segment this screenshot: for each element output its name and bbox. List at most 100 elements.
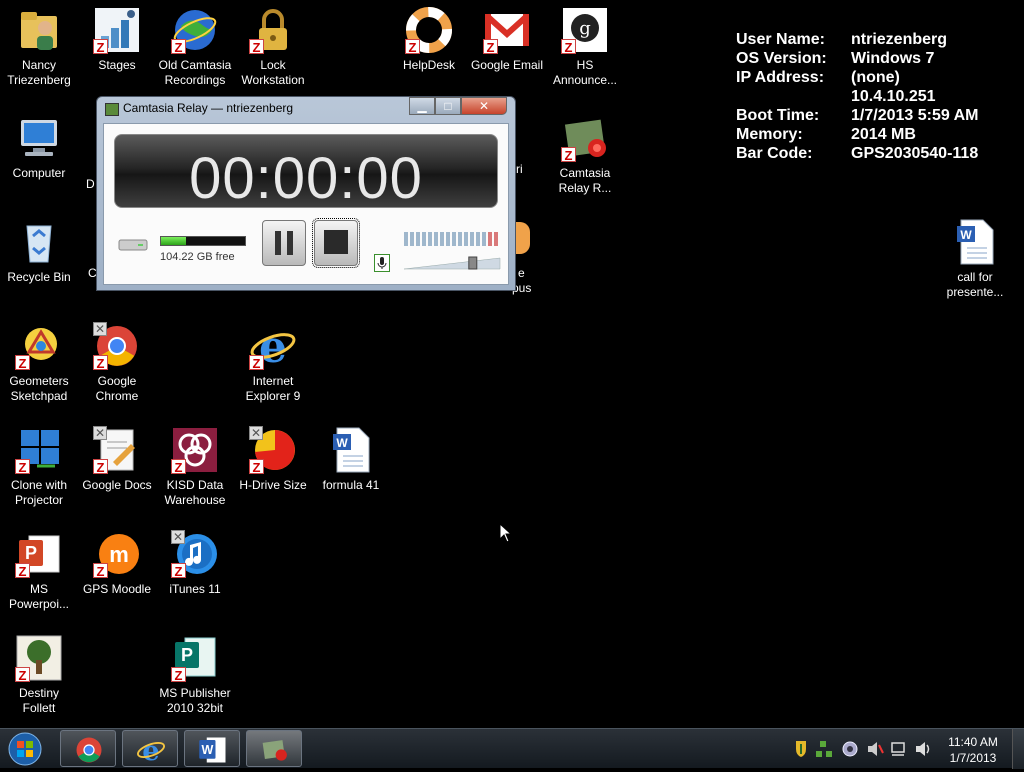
gmail-icon: Z [483, 6, 531, 55]
destiny-tree-icon: Z [15, 634, 63, 683]
desktop-icon-label: Internet Explorer 9 [245, 374, 301, 403]
sysinfo-value: ntriezenberg [851, 31, 948, 48]
desktop-icon-label: HelpDesk [402, 58, 456, 72]
sysinfo-value: 10.4.10.251 [851, 88, 936, 105]
action-center-flag-icon[interactable] [891, 742, 905, 756]
partial-icon-e [516, 222, 530, 254]
user-folder-icon [15, 6, 63, 54]
disk-space-bar [160, 236, 246, 246]
desktop-icon-google-email[interactable]: Z Google Email [468, 6, 546, 73]
desktop-icon-computer[interactable]: Computer [0, 114, 78, 181]
free-space-label: 104.22 GB free [160, 251, 235, 263]
sysinfo-row: User Name: ntriezenberg [736, 30, 978, 49]
taskbar-internet-explorer[interactable]: e [122, 730, 178, 767]
z-badge-icon: Z [249, 355, 264, 371]
desktop-icon-hdrive-size[interactable]: ✕ Z H-Drive Size [234, 426, 312, 493]
window-title: Camtasia Relay — ntriezenberg [123, 101, 294, 115]
desktop-icon-call-for-presenters[interactable]: W call for presente... [936, 218, 1014, 300]
ie-icon: e [136, 735, 166, 765]
speaker-muted-icon[interactable] [868, 742, 884, 756]
desktop-icon-label: KISD Data Warehouse [164, 478, 226, 507]
show-desktop-button[interactable] [1012, 729, 1024, 769]
close-button[interactable]: ✕ [461, 97, 507, 115]
start-button[interactable] [3, 731, 47, 767]
x-badge-icon: ✕ [93, 322, 107, 336]
z-badge-icon: Z [483, 39, 498, 55]
volume-slider[interactable] [404, 254, 502, 270]
camtasia-relay-icon [262, 740, 287, 761]
partial-label-ri: ri [516, 162, 523, 176]
desktop-icon-google-chrome[interactable]: ✕ Z Google Chrome [78, 322, 156, 404]
minimize-button[interactable]: ▁ [409, 97, 435, 115]
z-badge-icon: Z [249, 39, 264, 55]
desktop-icon-label: call for presente... [946, 270, 1004, 299]
volume-slider-thumb[interactable] [468, 256, 478, 270]
sysinfo-key: Bar Code: [736, 145, 813, 162]
security-shield-icon[interactable] [796, 741, 806, 757]
camtasia-relay-window: Camtasia Relay — ntriezenberg ▁ □ ✕ 00:0… [96, 96, 516, 291]
stop-icon [324, 230, 348, 254]
timer-display: 00:00:00 [189, 146, 423, 211]
sync-icon[interactable] [842, 741, 858, 757]
desktop-icon-destiny-follett[interactable]: Z Destiny Follett [0, 634, 78, 716]
x-badge-icon: ✕ [249, 426, 263, 440]
word-document-icon: W [327, 426, 375, 474]
taskbar-camtasia-relay[interactable] [246, 730, 302, 767]
chrome-icon: ✕ Z [93, 322, 141, 371]
system-info-panel: User Name: ntriezenberg OS Version: Window… [736, 30, 978, 163]
hs-logo-icon: g Z [561, 6, 609, 55]
taskbar-clock[interactable]: 11:40 AM 1/7/2013 [936, 734, 1010, 766]
maximize-button[interactable]: □ [435, 97, 461, 115]
desktop-icon-stages[interactable]: Z Stages [78, 6, 156, 73]
desktop-icon-label: Google Docs [82, 478, 152, 492]
desktop-icon-hs-announce[interactable]: g Z HS Announce... [546, 6, 624, 88]
network-tree-icon[interactable] [816, 741, 832, 757]
microphone-icon[interactable] [374, 254, 390, 272]
desktop-icon-label: formula 41 [322, 478, 380, 492]
desktop-icon-recycle-bin[interactable]: Recycle Bin [0, 218, 78, 285]
sysinfo-key [736, 87, 851, 106]
camtasia-app-icon [105, 103, 119, 116]
x-badge-icon: ✕ [93, 426, 107, 440]
desktop-icon-google-docs[interactable]: ✕ Z Google Docs [78, 426, 156, 493]
window-titlebar[interactable]: Camtasia Relay — ntriezenberg ▁ □ ✕ [97, 97, 515, 121]
desktop-icon-label: MS Publisher 2010 32bit [159, 686, 231, 715]
level-meter-segment [470, 232, 474, 246]
itunes-icon: ✕ Z [171, 530, 219, 579]
pause-button[interactable] [262, 220, 306, 266]
desktop-icon-ie9[interactable]: e Z Internet Explorer 9 [234, 322, 312, 404]
svg-text:g: g [579, 18, 591, 39]
desktop-icon-kisd[interactable]: Z KISD Data Warehouse [156, 426, 234, 508]
desktop-icon-camtasia-relay[interactable]: Z Camtasia Relay R... [546, 114, 624, 196]
desktop-icon-ms-powerpoint[interactable]: P Z MS Powerpoi... [0, 530, 78, 612]
desktop-icon-label: H-Drive Size [239, 478, 307, 492]
desktop-icon-geometers[interactable]: Z Geometers Sketchpad [0, 322, 78, 404]
hard-drive-icon [118, 239, 148, 251]
taskbar-chrome[interactable] [60, 730, 116, 767]
desktop-icon-helpdesk[interactable]: Z HelpDesk [390, 6, 468, 73]
sysinfo-key: OS Version: [736, 50, 827, 67]
powerpoint-icon: P Z [15, 530, 63, 579]
desktop-icon-label: Recycle Bin [7, 270, 71, 284]
sysinfo-value: Windows 7 [851, 50, 935, 67]
desktop-icon-formula-41[interactable]: W formula 41 [312, 426, 390, 493]
stop-button[interactable] [312, 218, 360, 268]
stages-icon: Z [93, 6, 141, 55]
clock-date: 1/7/2013 [949, 751, 997, 765]
z-badge-icon: Z [15, 355, 30, 371]
desktop-icon-old-camtasia[interactable]: Z Old Camtasia Recordings [156, 6, 234, 88]
desktop-icon-gps-moodle[interactable]: m Z GPS Moodle [78, 530, 156, 597]
z-badge-icon: Z [93, 563, 108, 579]
desktop-icon-itunes[interactable]: ✕ Z iTunes 11 [156, 530, 234, 597]
desktop-icon-ms-publisher[interactable]: P Z MS Publisher 2010 32bit [156, 634, 234, 716]
desktop-icon-clone-projector[interactable]: Z Clone with Projector [0, 426, 78, 508]
volume-icon[interactable] [916, 742, 930, 756]
x-badge-icon: ✕ [171, 530, 185, 544]
z-badge-icon: Z [171, 459, 186, 475]
taskbar-word[interactable]: W [184, 730, 240, 767]
desktop-icon-lock[interactable]: Z Lock Workstation [234, 6, 312, 88]
computer-icon [15, 114, 63, 162]
sysinfo-row: 10.4.10.251 [736, 87, 978, 106]
desktop-icon-nancy[interactable]: Nancy Triezenberg [0, 6, 78, 88]
sysinfo-row: Memory: 2014 MB [736, 125, 978, 144]
